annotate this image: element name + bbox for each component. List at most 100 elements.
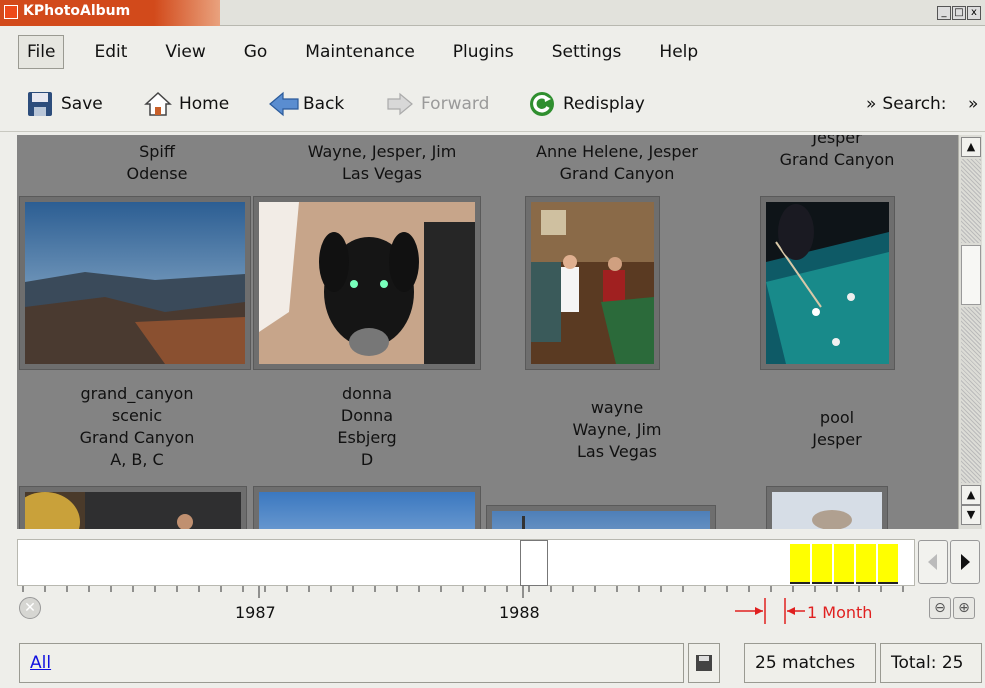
window-controls: _ □ x: [937, 6, 981, 20]
matches-count: 25 matches: [744, 643, 876, 683]
chevron-up-icon: ▲: [966, 140, 976, 153]
thumbnail-caption: Spiff Odense: [126, 142, 188, 183]
menu-help[interactable]: Help: [651, 36, 706, 68]
scroll-up-button[interactable]: ▲: [961, 485, 981, 505]
dog-photo: [259, 202, 475, 364]
menu-go[interactable]: Go: [236, 36, 276, 68]
floppy-disk-icon: [696, 655, 712, 671]
resolution-label: 1 Month: [807, 603, 873, 622]
vertical-scrollbar[interactable]: ▲ ▲ ▼: [958, 135, 982, 529]
timeline-bar[interactable]: [812, 544, 832, 584]
menu-maintenance[interactable]: Maintenance: [297, 36, 422, 68]
close-circle-icon: ✕: [24, 600, 36, 616]
close-button[interactable]: x: [967, 6, 981, 20]
thumbnail-caption: grand_canyon scenic Grand Canyon A, B, C: [79, 384, 195, 469]
thumbnail-pool[interactable]: [767, 487, 887, 529]
chevron-up-icon: ▲: [966, 488, 976, 501]
thumbnail-view[interactable]: Spiff Odense Wayne, Jesper, Jim Las Vegas …: [17, 135, 958, 529]
thumbnail-caption: pool Jesper: [812, 408, 862, 449]
save-search-button[interactable]: [688, 643, 720, 683]
thumbnail-pool-table[interactable]: [761, 197, 894, 369]
menu-plugins[interactable]: Plugins: [445, 36, 522, 68]
back-arrow-icon: [268, 90, 299, 118]
overflow-chevron-icon: »: [968, 94, 979, 114]
photo: [772, 492, 882, 529]
search-toolbar-item[interactable]: » Search:: [866, 90, 947, 118]
redisplay-button[interactable]: Redisplay: [528, 90, 645, 118]
house-icon: [144, 90, 172, 118]
save-button[interactable]: Save: [26, 90, 103, 118]
right-arrow-icon: [961, 554, 970, 570]
photo: [25, 492, 241, 529]
scroll-thumb[interactable]: [961, 245, 981, 305]
chevron-down-icon: ▼: [966, 508, 976, 521]
timeline-axis: 1987 1988 1 Month: [17, 586, 915, 626]
refresh-icon: [528, 90, 556, 118]
thumbnail-grand-canyon[interactable]: [20, 197, 250, 369]
redisplay-label: Redisplay: [563, 94, 645, 114]
timeline-bar[interactable]: [856, 544, 876, 584]
timeline-prev-button[interactable]: [918, 540, 948, 584]
timeline-selection[interactable]: [520, 540, 548, 586]
app-icon[interactable]: [4, 5, 18, 19]
pool-table-photo: [766, 202, 889, 364]
thumbnail-caption: wayne Wayne, Jim Las Vegas: [572, 398, 662, 461]
menu-settings[interactable]: Settings: [544, 36, 630, 68]
thumbnail-caption: Jesper Grand Canyon: [779, 135, 895, 169]
menu-edit[interactable]: Edit: [86, 36, 135, 68]
timeline-bar[interactable]: [790, 544, 810, 584]
scroll-track[interactable]: [961, 307, 981, 483]
zoom-in-button[interactable]: ⊕: [953, 597, 975, 619]
year-label: 1987: [235, 603, 276, 622]
minimize-button[interactable]: _: [937, 6, 951, 20]
sky-photo: [492, 511, 710, 529]
thumbnail-caption: donna Donna Esbjerg D: [337, 384, 397, 469]
date-timeline[interactable]: [17, 539, 915, 586]
pool-players-photo: [531, 202, 654, 364]
filter-all-link[interactable]: All: [30, 653, 51, 673]
year-label: 1988: [499, 603, 540, 622]
save-label: Save: [61, 94, 103, 114]
maximize-button[interactable]: □: [952, 6, 966, 20]
thumbnail-donna[interactable]: [254, 487, 480, 529]
forward-label: Forward: [421, 94, 490, 114]
title-area: KPhotoAlbum: [0, 0, 220, 26]
back-button[interactable]: Back: [268, 90, 344, 118]
floppy-disk-icon: [26, 90, 54, 118]
toolbar-overflow-button[interactable]: »: [968, 90, 978, 118]
timeline-bar[interactable]: [878, 544, 898, 584]
window-title: KPhotoAlbum: [23, 3, 131, 19]
scroll-up-button[interactable]: ▲: [961, 137, 981, 157]
grand-canyon-photo: [25, 202, 245, 364]
thumbnail-caption: Anne Helene, Jesper Grand Canyon: [536, 142, 698, 183]
search-filter-box[interactable]: All: [19, 643, 684, 683]
zoom-out-button[interactable]: ⊖: [929, 597, 951, 619]
search-label: Search:: [882, 94, 947, 114]
status-bar: All 25 matches Total: 25: [0, 638, 985, 688]
zoom-out-icon: ⊖: [934, 600, 946, 616]
thumbnail-grand-canyon-scenic[interactable]: [20, 487, 246, 529]
menu-bar: File Edit View Go Maintenance Plugins Se…: [0, 27, 985, 76]
left-arrow-icon: [928, 554, 937, 570]
zoom-in-icon: ⊕: [958, 600, 970, 616]
timeline-next-button[interactable]: [950, 540, 980, 584]
forward-button[interactable]: Forward: [386, 90, 489, 118]
menu-view[interactable]: View: [157, 36, 213, 68]
title-bar: KPhotoAlbum _ □ x: [0, 0, 985, 26]
scroll-track[interactable]: [961, 159, 981, 243]
home-label: Home: [179, 94, 230, 114]
back-label: Back: [303, 94, 345, 114]
menu-file[interactable]: File: [18, 34, 65, 69]
thumbnail-caption: Wayne, Jesper, Jim Las Vegas: [307, 142, 457, 183]
timeline-bar[interactable]: [834, 544, 854, 584]
thumbnail-wayne[interactable]: [487, 506, 715, 529]
total-count: Total: 25: [880, 643, 982, 683]
toolbar: Save Home Back Forward Redisplay » Searc…: [0, 76, 985, 132]
home-button[interactable]: Home: [144, 90, 229, 118]
scroll-down-button[interactable]: ▼: [961, 505, 981, 525]
forward-arrow-icon: [386, 90, 414, 118]
clear-timeline-button[interactable]: ✕: [19, 597, 41, 619]
resolution-arrows: [735, 598, 805, 624]
thumbnail-dog[interactable]: [254, 197, 480, 369]
thumbnail-pool-players[interactable]: [526, 197, 659, 369]
